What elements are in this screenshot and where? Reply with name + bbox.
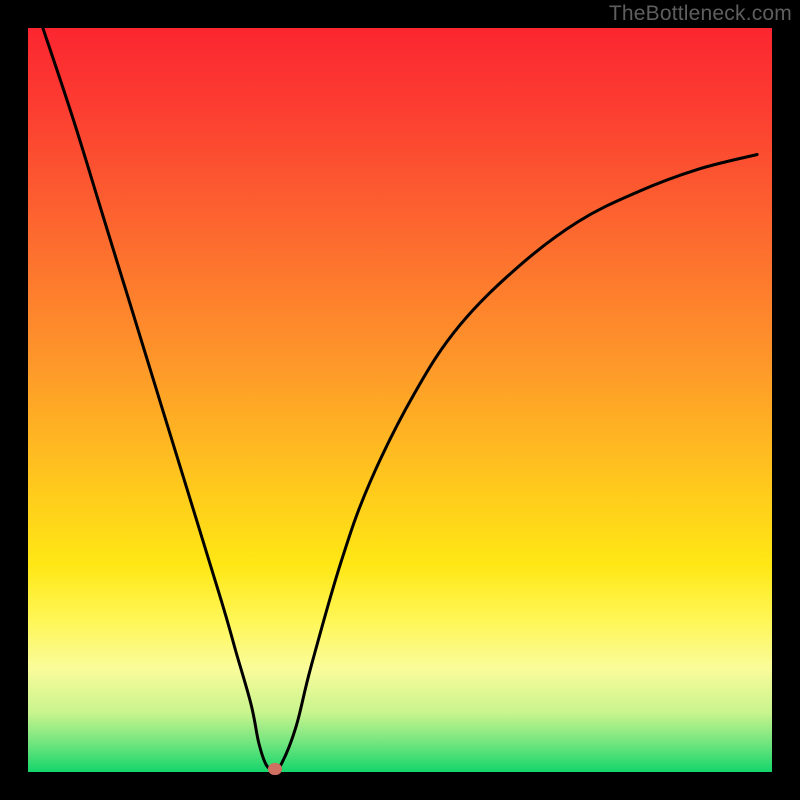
watermark-text: TheBottleneck.com — [609, 2, 792, 26]
minimum-marker — [268, 763, 282, 775]
bottleneck-curve — [28, 28, 772, 772]
plot-area — [28, 28, 772, 772]
chart-frame: TheBottleneck.com — [0, 0, 800, 800]
